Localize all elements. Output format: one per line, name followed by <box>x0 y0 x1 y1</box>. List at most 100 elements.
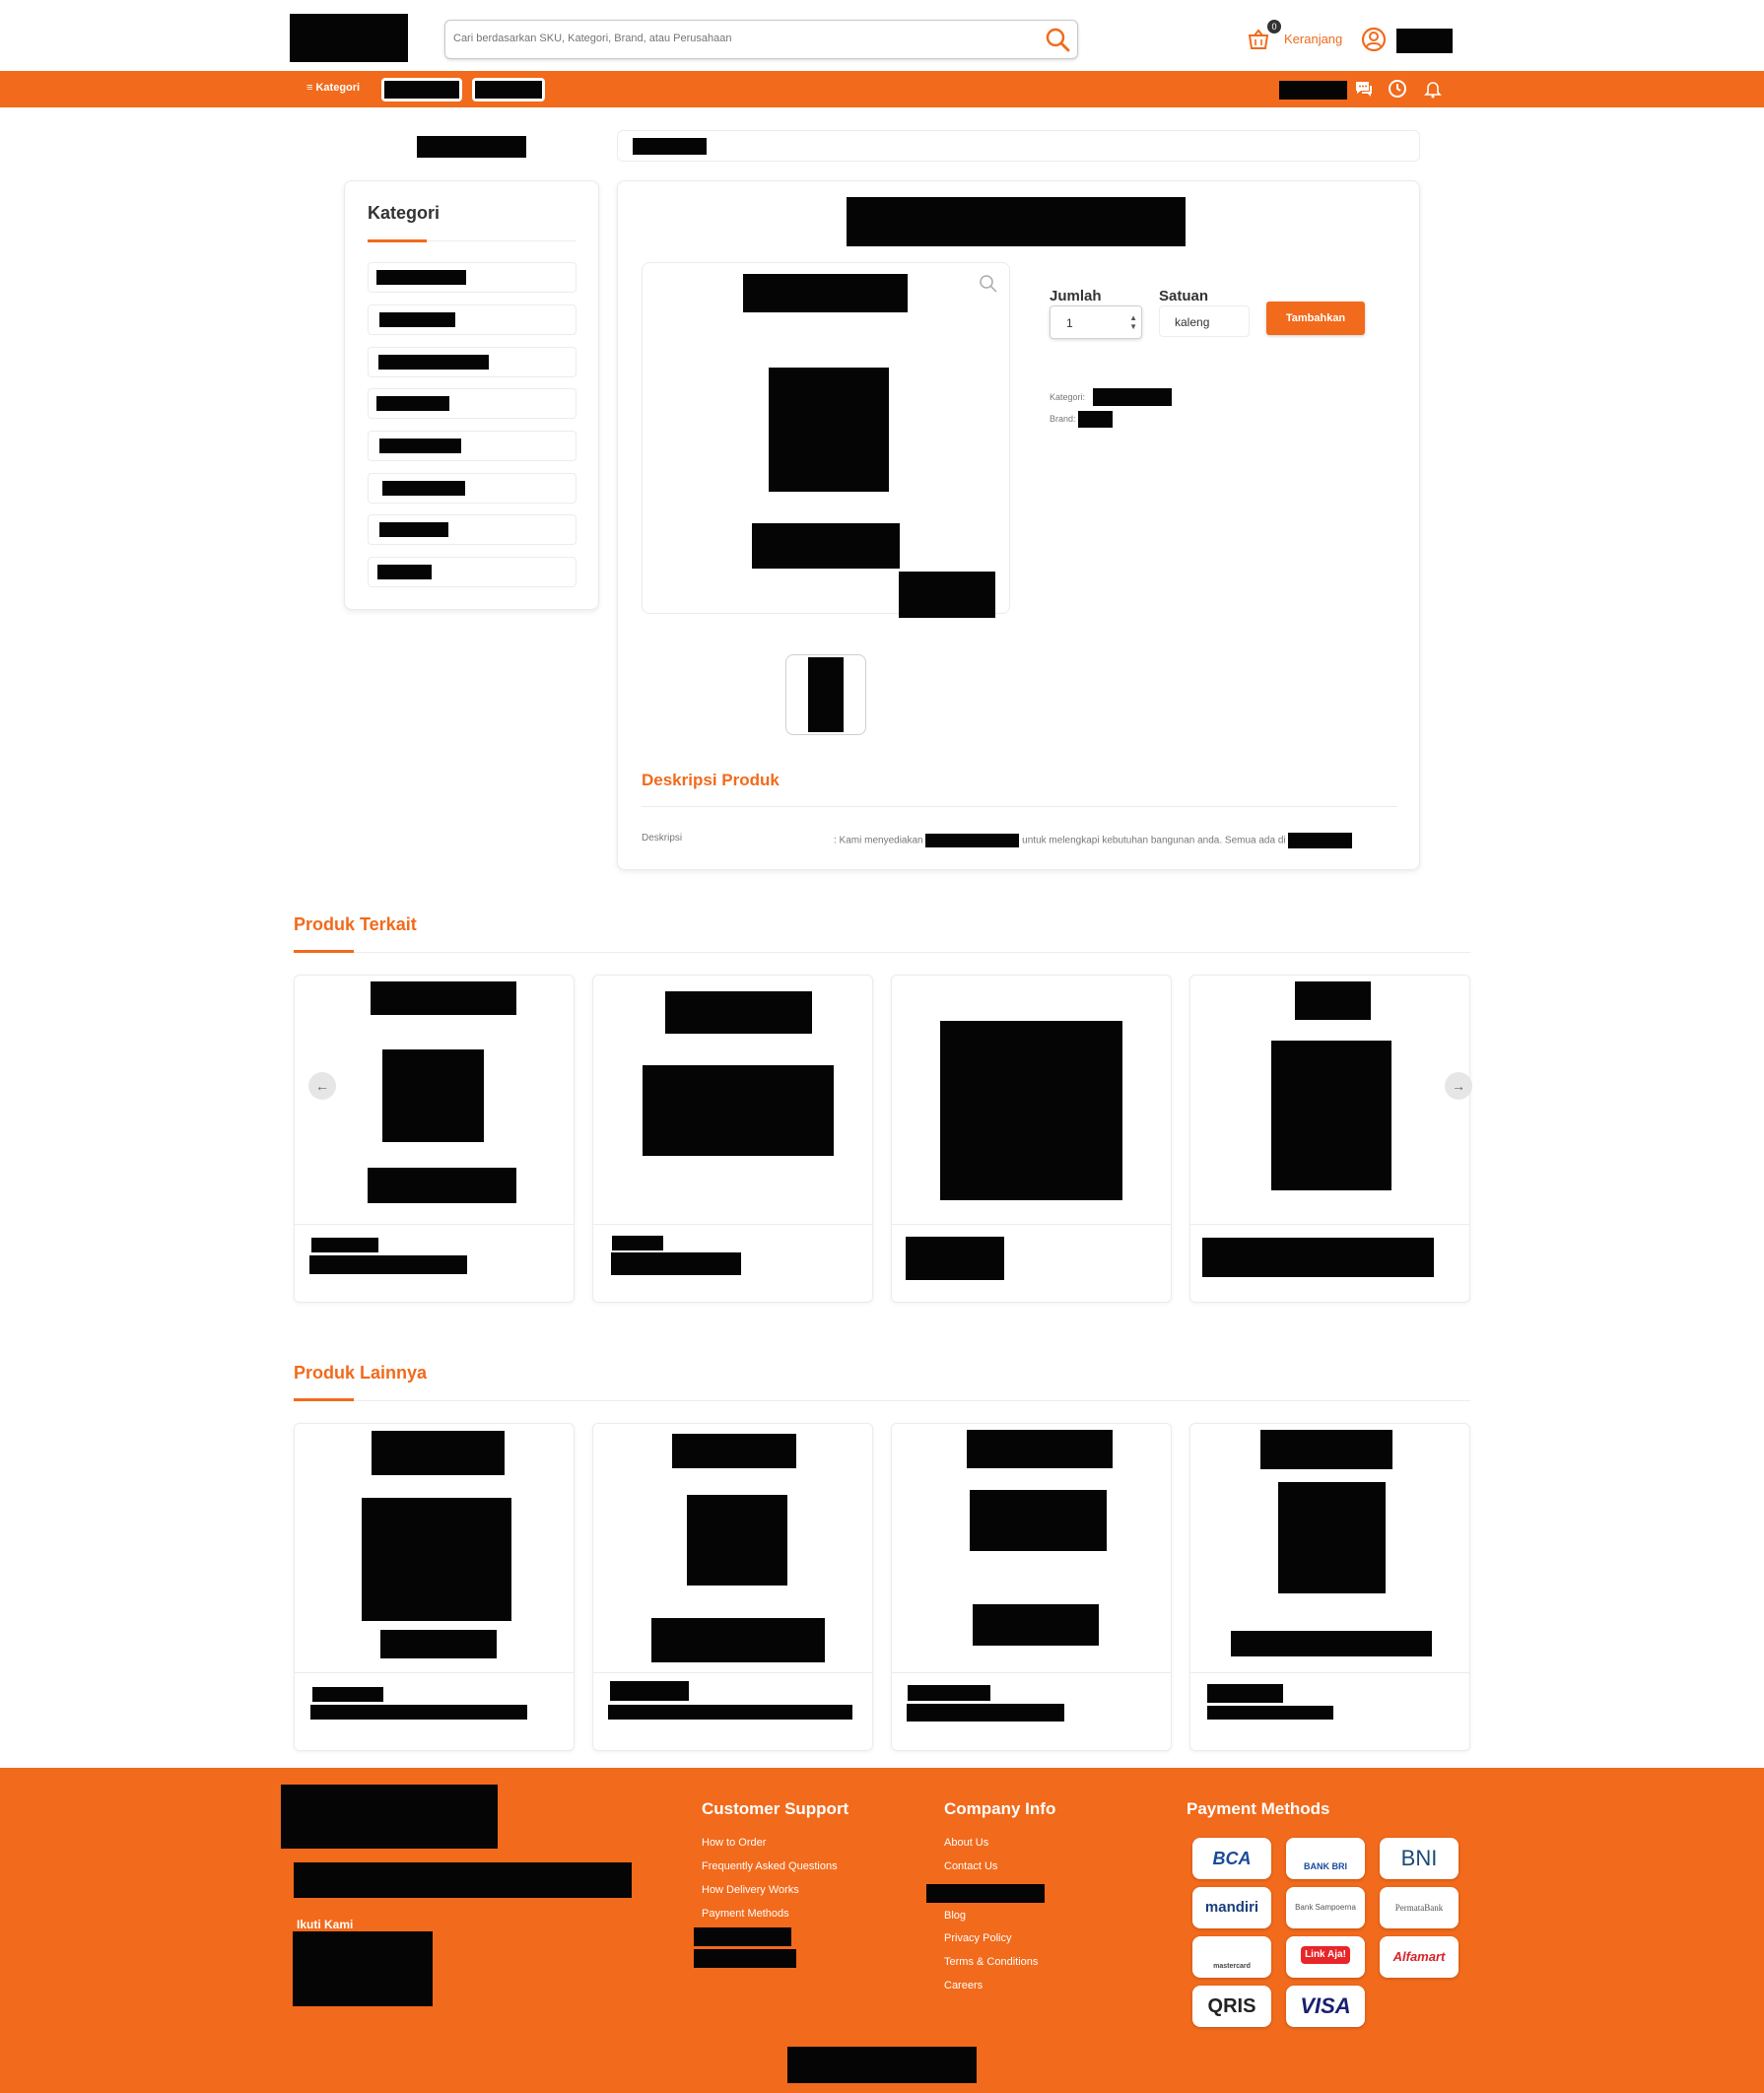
product-detail-card: Jumlah 1 ▲ ▼ Satuan kaleng Tambahkan Kate… <box>617 180 1420 870</box>
qty-value: 1 <box>1066 316 1073 330</box>
stepper-arrows-icon[interactable]: ▲ ▼ <box>1129 313 1137 331</box>
footer-link[interactable]: Payment Methods <box>702 1908 789 1920</box>
category-item[interactable] <box>368 557 577 587</box>
image-content <box>752 523 900 569</box>
unit-value: kaleng <box>1175 315 1210 329</box>
search-icon[interactable] <box>1044 26 1071 53</box>
nav-info[interactable] <box>1279 81 1347 100</box>
cart-button[interactable]: 0 Keranjang <box>1245 20 1343 55</box>
nav-kategori-button[interactable]: ≡ Kategori <box>306 82 360 94</box>
footer-link[interactable]: Blog <box>944 1910 966 1922</box>
social-icons[interactable] <box>293 1931 433 2006</box>
bell-icon[interactable] <box>1422 78 1444 100</box>
breadcrumb-item[interactable] <box>633 138 707 155</box>
category-item[interactable] <box>368 388 577 419</box>
product-image <box>380 1630 497 1658</box>
add-to-cart-button[interactable]: Tambahkan <box>1266 302 1365 335</box>
kategori-meta-value[interactable] <box>1093 388 1172 406</box>
footer-logo[interactable] <box>281 1785 498 1849</box>
user-name[interactable] <box>1396 29 1453 53</box>
product-card[interactable] <box>1189 975 1470 1303</box>
product-price <box>309 1255 467 1274</box>
product-name <box>311 1238 378 1252</box>
sidebar-title: Kategori <box>368 203 441 223</box>
carousel-prev-button[interactable]: ← <box>308 1072 336 1100</box>
unit-label: Satuan <box>1159 288 1209 304</box>
product-card[interactable] <box>1189 1423 1470 1751</box>
product-name <box>906 1237 1004 1280</box>
category-item[interactable] <box>368 304 577 335</box>
product-name <box>612 1236 663 1250</box>
product-name <box>1202 1238 1434 1277</box>
cart-count-badge: 0 <box>1267 20 1281 34</box>
product-image <box>940 1021 1122 1200</box>
product-image <box>672 1434 796 1468</box>
product-price <box>907 1704 1064 1722</box>
product-card[interactable] <box>294 975 575 1303</box>
product-card[interactable] <box>592 1423 873 1751</box>
footer-link[interactable] <box>694 1927 791 1946</box>
nav-link[interactable] <box>381 78 462 101</box>
footer-link[interactable]: How to Order <box>702 1837 766 1849</box>
qris-logo: QRIS <box>1192 1986 1271 2027</box>
product-thumbnail[interactable] <box>785 654 866 735</box>
footer-link[interactable] <box>694 1949 796 1968</box>
carousel-next-button[interactable]: → <box>1445 1072 1472 1100</box>
mastercard-logo: mastercard <box>1192 1936 1271 1978</box>
product-price <box>1207 1706 1333 1720</box>
divider <box>642 806 1397 807</box>
chat-icon[interactable] <box>1353 78 1375 100</box>
product-image[interactable] <box>642 262 1010 618</box>
category-item[interactable] <box>368 514 577 545</box>
logo[interactable] <box>290 14 408 62</box>
user-icon[interactable] <box>1361 27 1387 52</box>
product-image <box>665 991 812 1034</box>
product-card[interactable] <box>891 975 1172 1303</box>
header: 0 Keranjang <box>0 0 1764 71</box>
related-products-title: Produk Terkait <box>294 914 417 934</box>
footer-link[interactable]: How Delivery Works <box>702 1884 799 1896</box>
category-item[interactable] <box>368 347 577 377</box>
zoom-icon[interactable] <box>978 273 999 295</box>
product-name <box>312 1687 383 1702</box>
footer-link[interactable]: Privacy Policy <box>944 1932 1011 1944</box>
product-image <box>1260 1430 1392 1469</box>
footer-link[interactable]: Frequently Asked Questions <box>702 1860 838 1872</box>
product-card[interactable] <box>891 1423 1172 1751</box>
nav-link[interactable] <box>472 78 545 101</box>
title-underline <box>294 950 354 953</box>
product-image <box>371 981 516 1015</box>
brand-meta-value[interactable] <box>1078 411 1113 428</box>
product-image <box>362 1498 511 1621</box>
alfamart-logo: Alfamart <box>1380 1936 1459 1978</box>
product-image <box>368 1168 516 1203</box>
footer-link[interactable]: About Us <box>944 1837 988 1849</box>
quantity-stepper[interactable]: 1 ▲ ▼ <box>1050 305 1142 339</box>
breadcrumb-home[interactable] <box>417 136 526 158</box>
payment-title: Payment Methods <box>1187 1799 1330 1818</box>
other-products-title: Produk Lainnya <box>294 1363 428 1383</box>
redacted-text <box>925 834 1020 847</box>
product-name <box>610 1681 689 1701</box>
product-card[interactable] <box>294 1423 575 1751</box>
sampoerna-logo: Bank Sampoerna <box>1286 1887 1365 1928</box>
product-card[interactable] <box>592 975 873 1303</box>
product-image <box>372 1431 505 1475</box>
footer-link[interactable] <box>926 1884 1045 1903</box>
product-image <box>1231 1631 1432 1656</box>
divider <box>294 952 1470 953</box>
footer-link[interactable]: Terms & Conditions <box>944 1956 1038 1968</box>
product-image <box>1278 1482 1386 1593</box>
footer-link[interactable]: Contact Us <box>944 1860 997 1872</box>
navbar: ≡ Kategori <box>0 71 1764 107</box>
category-item[interactable] <box>368 262 577 293</box>
category-item[interactable] <box>368 431 577 461</box>
title-underline <box>368 239 427 242</box>
product-title <box>847 197 1186 246</box>
search-input[interactable] <box>453 21 1015 56</box>
footer-link[interactable]: Careers <box>944 1980 983 1992</box>
unit-field[interactable]: kaleng <box>1159 305 1250 337</box>
category-item[interactable] <box>368 473 577 504</box>
product-name <box>1207 1684 1283 1703</box>
clock-icon[interactable] <box>1387 78 1408 100</box>
